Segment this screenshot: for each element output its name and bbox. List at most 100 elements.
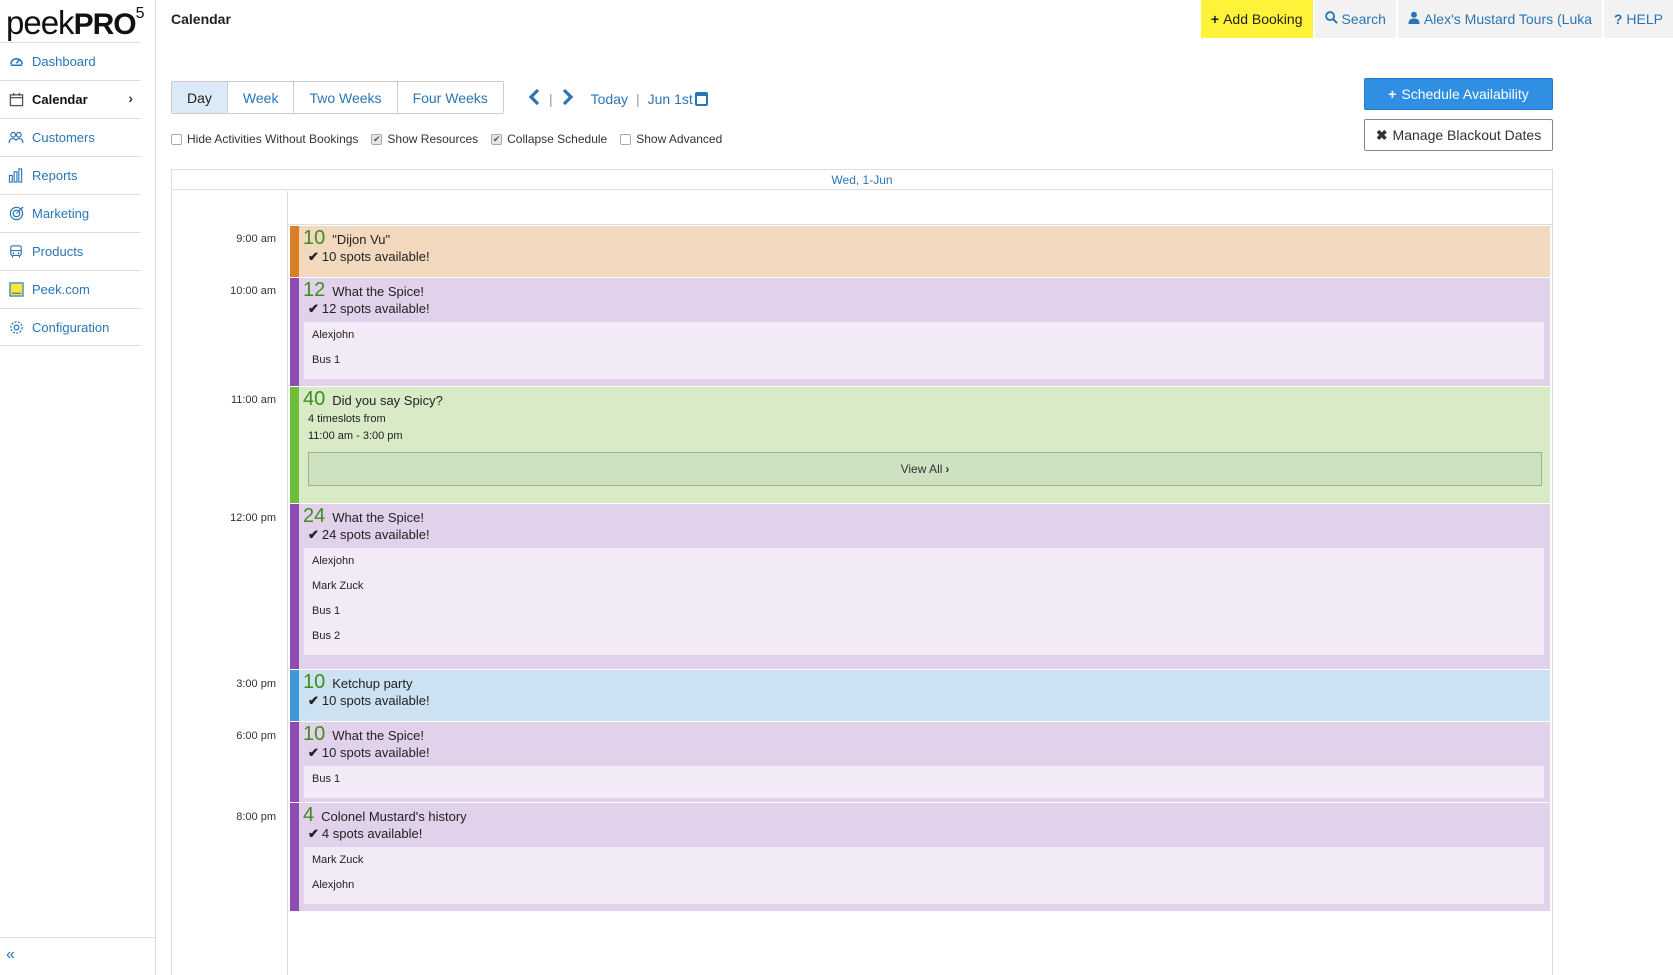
- event-title: What the Spice!: [332, 728, 425, 743]
- option-label: Show Advanced: [636, 132, 723, 146]
- sidebar-nav: Dashboard Calendar › Customers Reports M…: [0, 42, 141, 346]
- next-day-button[interactable]: [561, 88, 575, 110]
- plus-icon: +: [1388, 86, 1397, 102]
- resource-item: Bus 2: [312, 630, 341, 642]
- peek-pro-logo[interactable]: peekPRO5: [6, 4, 156, 44]
- availability-text: 12 spots available!: [321, 301, 430, 316]
- search-button[interactable]: Search: [1314, 0, 1396, 38]
- sidebar-item-configuration[interactable]: Configuration: [0, 308, 141, 346]
- checkbox-checked[interactable]: ✔: [491, 133, 503, 145]
- time-label: 11:00 am: [230, 394, 276, 406]
- customers-icon: [8, 130, 24, 146]
- products-icon: [8, 244, 24, 260]
- event-card[interactable]: 40 Did you say Spicy? 4 timeslots from 11…: [290, 387, 1550, 503]
- availability-text: 10 spots available!: [321, 693, 430, 708]
- reports-icon: [8, 168, 24, 184]
- tab-day[interactable]: Day: [172, 82, 227, 113]
- time-label: 12:00 pm: [230, 512, 276, 524]
- day-header[interactable]: Wed, 1-Jun: [172, 170, 1552, 190]
- event-availability: ✔ 10 spots available!: [299, 745, 1550, 761]
- marketing-icon: [8, 206, 24, 222]
- check-icon: ✔: [308, 826, 319, 841]
- account-menu-button[interactable]: Alex's Mustard Tours (Luka: [1397, 0, 1602, 38]
- event-card[interactable]: 12 What the Spice! ✔ 12 spots available! A…: [290, 278, 1550, 386]
- search-label: Search: [1341, 11, 1386, 27]
- date-navigation: | Today | Jun 1st: [527, 86, 708, 111]
- today-link[interactable]: Today: [591, 91, 628, 107]
- event-count: 10: [303, 227, 326, 249]
- help-label: HELP: [1626, 11, 1663, 27]
- sidebar-item-marketing[interactable]: Marketing: [0, 194, 141, 232]
- event-count: 10: [303, 671, 326, 693]
- collapse-schedule-checkbox[interactable]: ✔ Collapse Schedule: [491, 132, 607, 146]
- manage-blackout-dates-button[interactable]: ✖ Manage Blackout Dates: [1364, 119, 1553, 151]
- availability-text: 24 spots available!: [321, 527, 430, 542]
- event-title: "Dijon Vu": [332, 232, 391, 247]
- resource-list: Alexjohn Mark Zuck Bus 1 Bus 2: [304, 548, 1544, 655]
- day-calendar: Wed, 1-Jun 9:00 am 10:00 am 11:00 am 12:…: [171, 169, 1553, 975]
- check-icon: ✔: [308, 745, 319, 760]
- all-day-row: [289, 191, 1552, 225]
- sidebar-item-dashboard[interactable]: Dashboard: [0, 42, 141, 80]
- option-label: Hide Activities Without Bookings: [187, 132, 359, 146]
- event-availability: ✔ 10 spots available!: [299, 249, 1550, 265]
- question-icon: ?: [1613, 11, 1623, 27]
- event-availability: ✔ 4 spots available!: [299, 826, 1550, 842]
- sidebar-item-label: Peek.com: [32, 282, 90, 297]
- checkbox-checked[interactable]: ✔: [371, 133, 383, 145]
- tab-week[interactable]: Week: [226, 82, 294, 113]
- previous-day-button[interactable]: [527, 88, 541, 110]
- event-card[interactable]: 10 Ketchup party ✔ 10 spots available!: [290, 670, 1550, 721]
- sidebar-item-calendar[interactable]: Calendar ›: [0, 80, 141, 118]
- availability-text: 4 spots available!: [321, 826, 423, 841]
- current-date-label: Jun 1st: [647, 90, 693, 107]
- schedule-availability-label: Schedule Availability: [1401, 86, 1529, 102]
- event-card[interactable]: 10 What the Spice! ✔ 10 spots available! B…: [290, 722, 1550, 802]
- collapse-sidebar-button[interactable]: «: [0, 937, 156, 975]
- event-card[interactable]: 4 Colonel Mustard's history ✔ 4 spots avai…: [290, 803, 1550, 911]
- view-options: Hide Activities Without Bookings ✔ Show …: [171, 132, 735, 146]
- event-title: What the Spice!: [332, 510, 425, 525]
- resource-item: Alexjohn: [312, 879, 355, 891]
- resource-list: Mark Zuck Alexjohn: [304, 847, 1544, 904]
- view-all-button[interactable]: View All ›: [308, 452, 1542, 486]
- time-label: 8:00 pm: [236, 811, 276, 823]
- resource-item: Alexjohn: [312, 555, 355, 567]
- event-card[interactable]: 10 "Dijon Vu" ✔ 10 spots available!: [290, 226, 1550, 277]
- search-icon: [1324, 11, 1338, 27]
- checkbox[interactable]: [171, 133, 182, 145]
- event-title: Ketchup party: [332, 676, 413, 691]
- sidebar-item-peek-com[interactable]: Peek.com: [0, 270, 141, 308]
- dashboard-icon: [8, 54, 24, 70]
- sidebar-item-products[interactable]: Products: [0, 232, 141, 270]
- hide-activities-without-bookings-checkbox[interactable]: Hide Activities Without Bookings: [171, 132, 358, 146]
- event-count: 24: [303, 505, 326, 527]
- add-booking-button[interactable]: + Add Booking: [1200, 0, 1313, 38]
- chevron-right-icon: ›: [128, 90, 133, 106]
- time-label: 9:00 am: [236, 233, 276, 245]
- timeslots-text: 4 timeslots from: [308, 413, 386, 425]
- resource-item: Mark Zuck: [312, 580, 364, 592]
- sidebar-item-customers[interactable]: Customers: [0, 118, 141, 156]
- help-button[interactable]: ? HELP: [1603, 0, 1673, 38]
- user-icon: [1408, 11, 1420, 27]
- tab-two-weeks[interactable]: Two Weeks: [293, 82, 397, 113]
- show-advanced-checkbox[interactable]: Show Advanced: [620, 132, 722, 146]
- sidebar-item-label: Products: [32, 244, 84, 259]
- date-picker-link[interactable]: Jun 1st: [648, 91, 708, 107]
- sidebar-item-label: Reports: [32, 168, 78, 183]
- check-icon: ✔: [308, 693, 319, 708]
- gear-icon: [8, 319, 24, 335]
- sidebar-item-reports[interactable]: Reports: [0, 156, 141, 194]
- plus-icon: +: [1210, 11, 1220, 27]
- account-label: Alex's Mustard Tours (Luka: [1423, 11, 1593, 27]
- event-card[interactable]: 24 What the Spice! ✔ 24 spots available! A…: [290, 504, 1550, 669]
- show-resources-checkbox[interactable]: ✔ Show Resources: [371, 132, 478, 146]
- option-label: Collapse Schedule: [507, 132, 608, 146]
- schedule-availability-button[interactable]: + Schedule Availability: [1364, 78, 1553, 110]
- tab-four-weeks[interactable]: Four Weeks: [396, 82, 503, 113]
- resource-item: Alexjohn: [312, 329, 355, 341]
- checkbox[interactable]: [620, 133, 632, 145]
- sidebar-item-label: Dashboard: [32, 54, 96, 69]
- resource-item: Bus 1: [312, 354, 341, 366]
